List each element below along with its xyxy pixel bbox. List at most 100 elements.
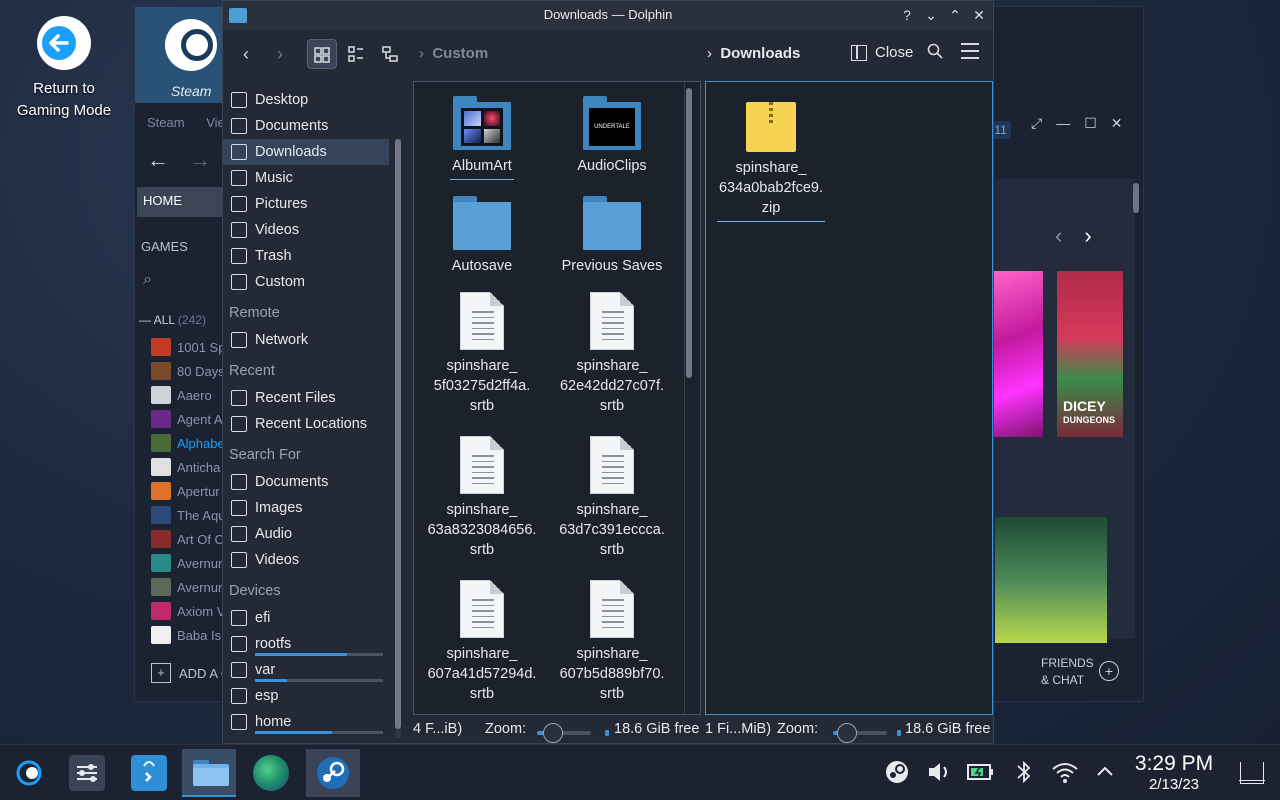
steam-games-dropdown[interactable]: GAMES [141, 239, 188, 254]
steam-tray-icon[interactable] [884, 759, 910, 791]
steam-game-item[interactable]: 1001 Sp [151, 335, 227, 359]
close-icon[interactable]: ✕ [971, 5, 987, 25]
game-card-dicey-dungeons[interactable]: DICEY DUNGEONS [1057, 271, 1123, 437]
app-launcher[interactable] [2, 749, 56, 797]
places-item-pictures[interactable]: Pictures [223, 191, 389, 217]
steam-game-item[interactable]: Axiom V [151, 599, 227, 623]
system-settings-app[interactable] [60, 749, 114, 797]
places-item-custom[interactable]: Custom [223, 269, 389, 295]
titlebar[interactable]: Downloads — Dolphin ? ⌄ ⌃ ✕ [223, 1, 993, 31]
places-item-documents[interactable]: Documents [223, 469, 389, 495]
places-item-efi[interactable]: efi [223, 605, 389, 631]
file-item[interactable]: spinshare_ 63a8323084656. srtb [417, 436, 547, 560]
places-item-trash[interactable]: Trash [223, 243, 389, 269]
places-item-documents[interactable]: Documents [223, 113, 389, 139]
right-file-view[interactable]: spinshare_ 634a0bab2fce9. zip [705, 81, 993, 715]
show-desktop-icon[interactable] [1239, 762, 1265, 784]
steam-game-item[interactable]: Agent A [151, 407, 227, 431]
steam-game-item[interactable]: Art Of C [151, 527, 227, 551]
shelf-next-icon[interactable]: › [1084, 223, 1091, 249]
file-item[interactable]: spinshare_ 63d7c391eccca. srtb [547, 436, 677, 560]
add-game-button[interactable]: + ADD A G [151, 663, 231, 683]
file-item[interactable]: spinshare_ 634a0bab2fce9. zip [706, 102, 836, 222]
clock[interactable]: 3:29 PM 2/13/23 [1134, 752, 1214, 794]
search-icon[interactable]: ⌕ [143, 271, 152, 289]
places-item-esp[interactable]: esp [223, 683, 389, 709]
left-zoom-handle[interactable] [543, 723, 563, 743]
places-heading[interactable]: Remote [223, 295, 389, 327]
places-scrollbar[interactable] [395, 139, 401, 739]
browser-app[interactable] [244, 749, 298, 797]
places-item-images[interactable]: Images [223, 495, 389, 521]
maximize-icon[interactable]: ⌃ [947, 5, 963, 25]
file-item[interactable]: spinshare_ 607a41d57294d. srtb [417, 580, 547, 704]
battery-icon[interactable] [966, 759, 994, 791]
places-item-videos[interactable]: Videos [223, 547, 389, 573]
file-item[interactable]: AlbumArt [417, 96, 547, 180]
places-heading[interactable]: Devices [223, 573, 389, 605]
steam-taskbar-item[interactable] [306, 749, 360, 797]
minimize-icon[interactable]: — [1056, 115, 1070, 132]
friends-chat-button[interactable]: FRIENDS & CHAT [1041, 655, 1094, 689]
scrollbar[interactable] [1133, 183, 1139, 213]
breadcrumb-right[interactable]: › Downloads [707, 45, 800, 62]
steam-game-item[interactable]: Alphabe [151, 431, 227, 455]
places-item-videos[interactable]: Videos [223, 217, 389, 243]
icons-view-icon[interactable] [307, 39, 337, 69]
places-item-audio[interactable]: Audio [223, 521, 389, 547]
wifi-icon[interactable] [1050, 759, 1080, 791]
hamburger-menu-icon[interactable] [961, 43, 979, 59]
dolphin-taskbar-item[interactable] [182, 749, 236, 797]
maximize-icon[interactable]: ☐ [1084, 115, 1097, 132]
right-free-space[interactable]: 18.6 GiB free [905, 721, 990, 737]
bluetooth-icon[interactable] [1014, 759, 1034, 791]
back-arrow-icon[interactable]: ← [147, 147, 169, 172]
file-item[interactable]: spinshare_ 5f03275d2ff4a. srtb [417, 292, 547, 416]
steam-game-item[interactable]: Baba Is [151, 623, 227, 647]
steam-game-item[interactable]: 80 Days [151, 359, 227, 383]
steam-game-item[interactable]: Apertur [151, 479, 227, 503]
places-item-recent-locations[interactable]: Recent Locations [223, 411, 389, 437]
places-heading[interactable]: Recent [223, 353, 389, 385]
discover-app[interactable] [122, 749, 176, 797]
return-to-gaming-mode-shortcut[interactable]: Return to Gaming Mode [10, 10, 118, 122]
search-icon[interactable] [927, 43, 943, 64]
minimize-icon[interactable]: ⌄ [923, 5, 939, 25]
shelf-prev-icon[interactable]: ‹ [1055, 223, 1062, 249]
places-item-var[interactable]: var [223, 657, 389, 683]
help-icon[interactable]: ? [899, 5, 915, 25]
steam-game-item[interactable]: Avernun [151, 575, 227, 599]
steam-all-games-header[interactable]: — ALL (242) [139, 313, 206, 327]
places-item-network[interactable]: Network [223, 327, 389, 353]
forward-arrow-icon[interactable]: → [189, 147, 211, 172]
steam-game-item[interactable]: Aaero [151, 383, 227, 407]
game-card[interactable] [993, 271, 1043, 437]
steam-game-item[interactable]: The Aqu [151, 503, 227, 527]
places-item-recent-files[interactable]: Recent Files [223, 385, 389, 411]
right-zoom-handle[interactable] [837, 723, 857, 743]
file-item[interactable]: UNDERTALE AudioClips [547, 96, 677, 176]
steam-menu-steam[interactable]: Steam [147, 115, 185, 130]
file-item[interactable]: spinshare_ 607b5d889bf70. srtb [547, 580, 677, 704]
left-file-view[interactable]: AlbumArt UNDERTALE AudioClips Autosave Previ… [413, 81, 701, 715]
close-icon[interactable]: ✕ [1111, 115, 1123, 132]
file-item[interactable]: Autosave [417, 196, 547, 276]
add-friend-icon[interactable]: + [1099, 661, 1119, 681]
resize-icon[interactable]: ⤢ [1031, 115, 1042, 132]
game-card-alphabear[interactable] [995, 517, 1107, 643]
steam-home-button[interactable]: HOME [137, 187, 225, 217]
volume-icon[interactable] [926, 759, 952, 791]
left-free-space[interactable]: 18.6 GiB free [614, 721, 699, 737]
left-view-scrollbar[interactable] [686, 88, 692, 378]
back-icon[interactable]: ‹ [231, 39, 261, 69]
breadcrumb-left[interactable]: › Custom [419, 45, 488, 62]
places-item-music[interactable]: Music [223, 165, 389, 191]
places-item-home[interactable]: home [223, 709, 389, 735]
details-view-icon[interactable] [375, 39, 405, 69]
places-item-downloads[interactable]: Downloads [223, 139, 389, 165]
steam-game-item[interactable]: Avernun [151, 551, 227, 575]
file-item[interactable]: spinshare_ 62e42dd27c07f. srtb [547, 292, 677, 416]
steam-game-item[interactable]: Anticha [151, 455, 227, 479]
places-item-rootfs[interactable]: rootfs [223, 631, 389, 657]
forward-icon[interactable]: › [265, 39, 295, 69]
